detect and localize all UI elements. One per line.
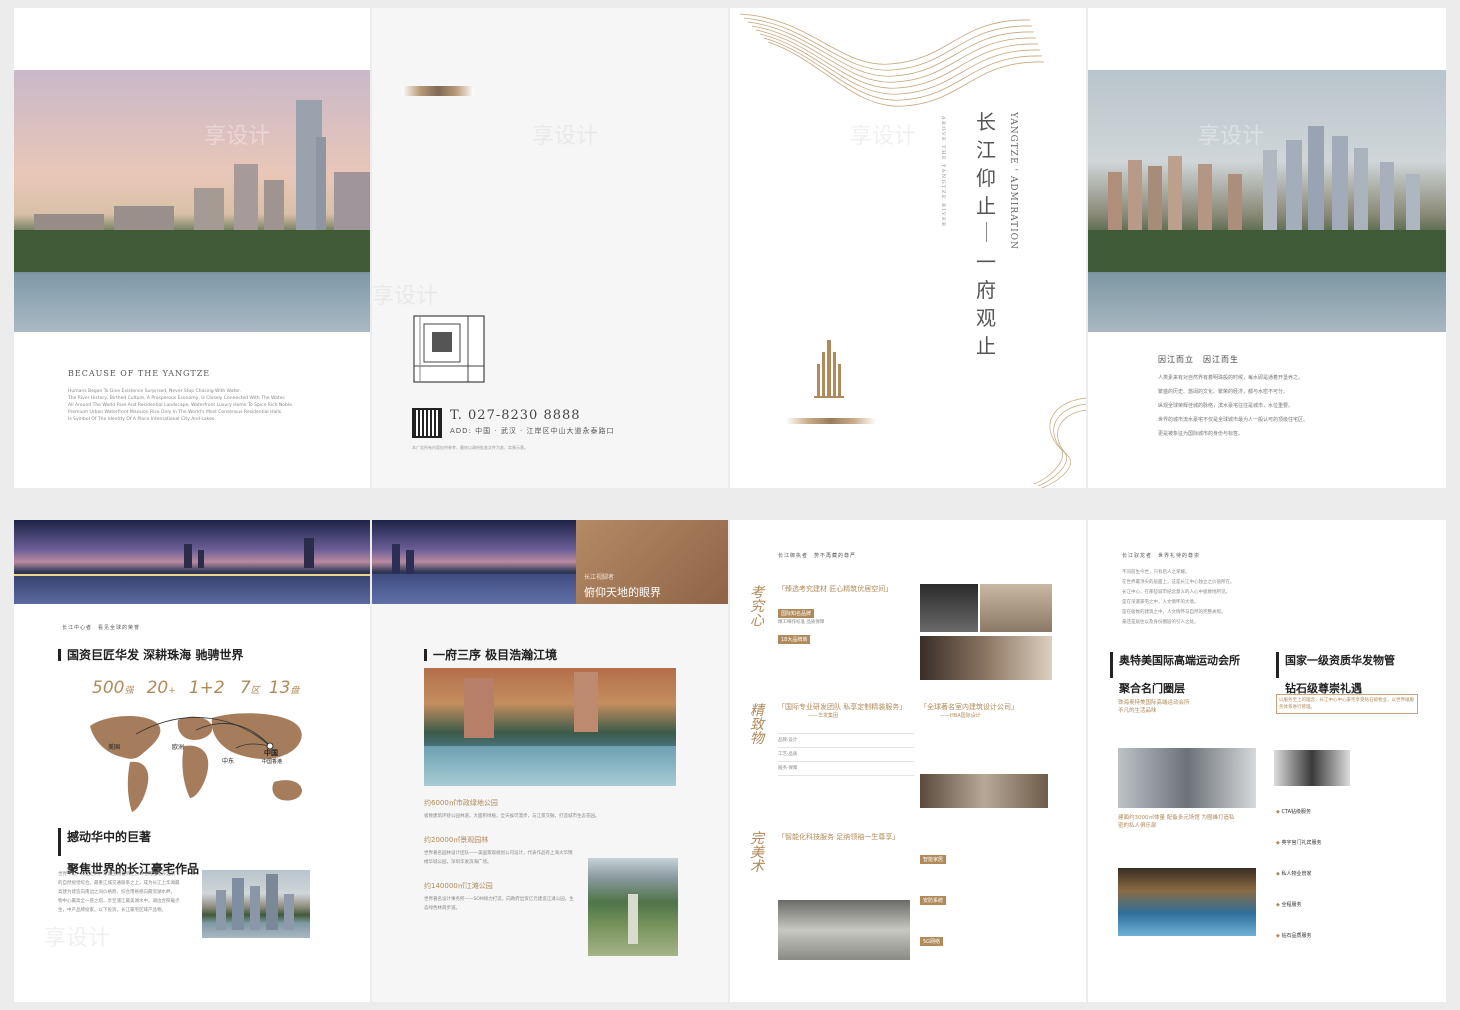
cover-title-1: 长江仰止 <box>976 110 996 218</box>
phone: T. 027-8230 8888 <box>450 408 581 423</box>
cover-title-en: YANGTZE ' ADMIRATION <box>1008 112 1018 250</box>
body-text: Humans Began To Give Existence Surprised… <box>68 389 294 422</box>
page-bottom-2: 长江视脚者 俯仰天地的眼界 一府三序 极目浩瀚江境 约6000㎡市政绿地公园 极… <box>372 520 728 1002</box>
section-label: 长江御执者 势不再藏的尊严 <box>778 553 857 559</box>
page-cover: 享设计 长江仰止 一府观止 YANGTZE ' ADMIRATION ABOVE… <box>730 8 1086 488</box>
tag-list: 智能家居 安防系统 5G网络 <box>920 846 947 947</box>
page-top-left: 享设计 BECAUSE OF THE YANGTZE Humans Began … <box>14 8 370 488</box>
qr-code <box>412 408 442 438</box>
banner-title: 俯仰天地的眼界 <box>584 586 661 599</box>
stat-value: 500 <box>92 678 125 698</box>
map-label-usa: 美国 <box>108 744 121 751</box>
cover-subtitle-en: ABOVE THE YANGTZE RIVER <box>940 116 946 228</box>
gold-ribbon-bottom <box>1033 397 1086 488</box>
bedroom-photo <box>920 636 1052 680</box>
stat-value: 20 <box>146 678 169 698</box>
banner-panel: 长江视脚者 俯仰天地的眼界 <box>576 520 728 604</box>
map-label-china: 中国 <box>264 749 278 757</box>
pool-photo <box>424 668 676 786</box>
feature-title: 「智能化科技服务 足纳领袖一生尊享」 <box>778 833 900 841</box>
section-heading: 国资巨匠华发 深耕珠海 驰骋世界 <box>58 646 243 663</box>
service-list: ◆ CTA钻级服务 ◆ 英宇宫门礼宾服务 ◆ 私人物业管家 ◆ 全程服务 ◆ 钻… <box>1276 798 1426 941</box>
left-tag: 珠海奥特美国际高端运动会所 不凡的生活品味 <box>1118 700 1190 714</box>
stat-value: 7 <box>239 678 251 698</box>
side-label: 精致物 <box>750 703 764 747</box>
intro-text: 不问前生今世，只有后人之荣耀。 在世界最顶尖的层面上，这是长江中心独立之价值所在… <box>1122 570 1235 625</box>
disclaimer: 本广告所有内容仅供参考，最终以政府批准文件为准，实景示意。 <box>412 445 528 450</box>
stat-value: 13 <box>268 678 291 698</box>
left-body: 建面约3000㎡体量 配备多元场馆 为圈峰打造私密的私人俱乐部 <box>1118 815 1235 829</box>
towers-photo <box>202 870 310 938</box>
lobby-photo-2 <box>980 584 1052 632</box>
section-label: 长江中心者 看见全球的荣誉 <box>62 625 141 631</box>
building-logo <box>814 340 844 398</box>
spec-table: 品牌·设计 工艺·品质 服务·保障 <box>778 730 914 779</box>
gym-photo <box>1118 748 1256 808</box>
right-quote: 以服务至上的理念，长江中心中心豪宅享受钻石级物业，以世界级服务体系进行管理。 <box>1276 694 1418 714</box>
lobby-photo-1 <box>920 584 978 632</box>
map-label-europe: 欧洲 <box>172 744 185 751</box>
page-bottom-3: 长江御执者 势不再藏的尊严 考究心 精致物 完美术 「臻选考究建材 匠心精筑优居… <box>730 520 1086 1002</box>
service-item: ◆ 英宇宫门礼宾服务 <box>1276 840 1322 846</box>
map-label-hongkong: 中国香港 <box>262 759 283 765</box>
feature-title: 约6000㎡市政绿地公园 <box>424 799 498 807</box>
feature-title: 约140000㎡江滩公园 <box>424 882 493 890</box>
garage-photo <box>778 900 910 960</box>
world-map <box>90 713 302 812</box>
cover-title-2: 一府观止 <box>976 250 996 358</box>
city-photo <box>1088 70 1446 332</box>
page-heading: 因江而立 因江而生 <box>1158 355 1239 364</box>
feature-list: 约6000㎡市政绿地公园 极致建筑环绕公园林道，大面积绿植，全天候可漫步，与江景… <box>424 799 600 911</box>
gold-bar <box>786 418 876 424</box>
section-label: 长江驭龙者 世界礼待的尊崇 <box>1122 553 1201 559</box>
side-label: 考究心 <box>750 585 764 629</box>
feature-block-1: 国际知名品牌 精工细作标准 品质保障 18大品牌商 <box>778 609 825 644</box>
service-item: ◆ CTA钻级服务 <box>1276 809 1312 815</box>
section-heading: 一府三序 极目浩瀚江境 <box>424 646 557 663</box>
feature-sub: ——HBA国际设计 <box>940 713 981 719</box>
body-text: 世界中心，长江之畔。华发坐拥着所在为三七两江地表远航飞 的自然视觉综合。最重江城… <box>58 872 180 913</box>
night-city-photo <box>372 520 576 604</box>
left-heading: 奥特美国际高端运动会所 聚合名门圈层 <box>1110 652 1240 696</box>
service-item: ◆ 全程服务 <box>1276 902 1302 908</box>
feature-title: 「全球著名室内建筑设计公司」 <box>920 703 1018 711</box>
body-text: 人类素来有对自然界有着明珠般的时候，每水即是通着开垦养之。 繁盛的历史、悠阔的文… <box>1158 375 1309 437</box>
right-heading: 国家一级资质华发物管 钻石级尊崇礼遇 <box>1276 652 1395 696</box>
stat-value: 1+2 <box>188 678 225 698</box>
feature-title: 约20000㎡景观园林 <box>424 836 489 844</box>
pool-photo <box>1118 868 1256 936</box>
night-bridge-photo <box>14 520 370 604</box>
page-heading: BECAUSE OF THE YANGTZE <box>68 369 211 378</box>
map-label-middle-east: 中东 <box>222 758 235 765</box>
gold-ribbon <box>739 13 1045 107</box>
cover-divider <box>986 222 987 242</box>
gold-emblem <box>402 86 474 96</box>
interior-photo <box>920 774 1048 808</box>
service-item: ◆ 私人物业管家 <box>1276 871 1312 877</box>
page-top-right: 享设计 因江而立 因江而生 人类素来有对自然界有着明珠般的时候，每水即是通着开垦… <box>1088 8 1446 488</box>
garden-photo <box>588 858 678 956</box>
butler-photo <box>1274 750 1350 786</box>
stats-row: 500强 20+ 1+2 7区 13盘 <box>92 678 300 698</box>
page-contact: 享设计 享设计 T. 027-8230 8888 ADD: 中国 · 武汉 · … <box>372 8 728 488</box>
feature-title: 「国际专业研发团队 私享定制精装服务」 <box>778 703 907 711</box>
feature-title: 「臻选考究建材 匠心精筑优居空间」 <box>778 585 893 593</box>
page-bottom-1: 长江中心者 看见全球的荣誉 国资巨匠华发 深耕珠海 驰骋世界 500强 20+ … <box>14 520 370 1002</box>
page-bottom-4: 长江驭龙者 世界礼待的尊崇 不问前生今世，只有后人之荣耀。 在世界最顶尖的层面上… <box>1088 520 1446 1002</box>
feature-sub: ——华发集团 <box>808 713 839 719</box>
skyline-photo <box>14 70 370 332</box>
service-item: ◆ 钻石品质服务 <box>1276 933 1312 939</box>
address: ADD: 中国 · 武汉 · 江岸区中山大道永泰路口 <box>450 427 615 435</box>
location-map <box>413 315 485 383</box>
side-label: 完美术 <box>750 831 764 875</box>
